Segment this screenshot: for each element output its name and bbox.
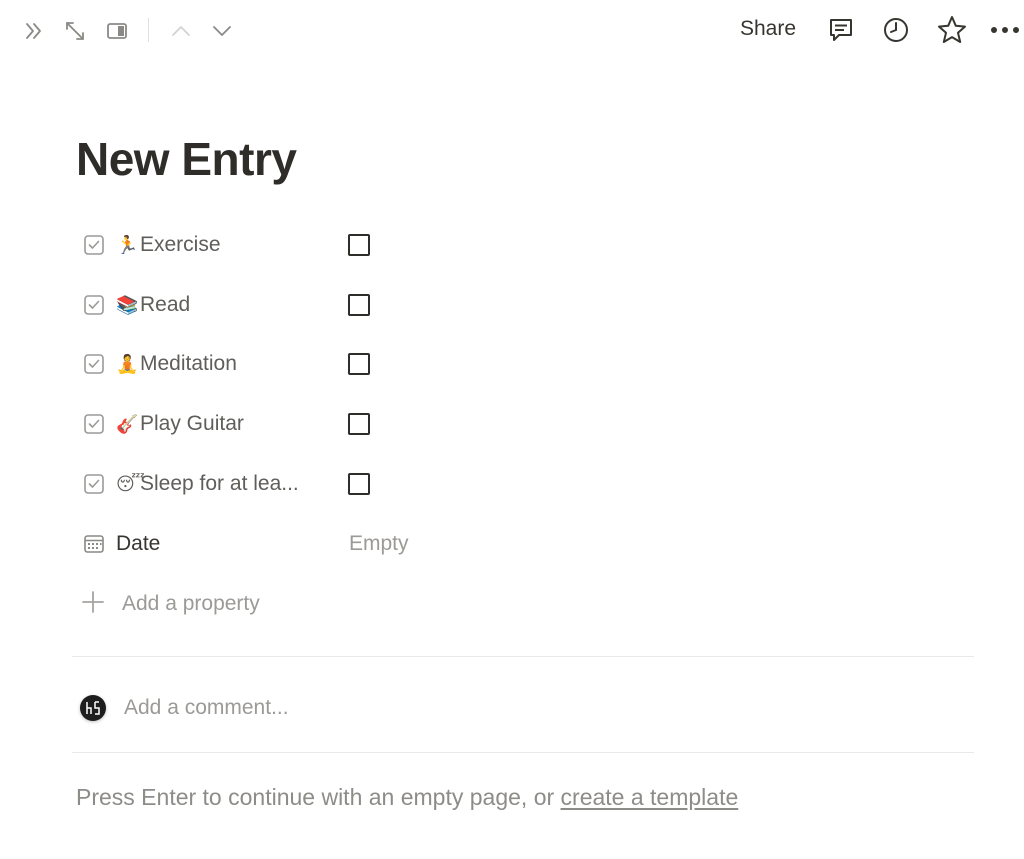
double-chevron-right-icon[interactable] — [20, 17, 48, 45]
divider — [72, 752, 974, 753]
star-icon[interactable] — [935, 13, 969, 47]
property-row-meditation: 🧘 Meditation — [76, 342, 976, 386]
plus-icon — [80, 589, 106, 620]
property-emoji: 🧘 — [116, 353, 139, 374]
sleep-checkbox[interactable] — [348, 473, 370, 495]
add-property-label: Add a property — [122, 592, 260, 615]
divider — [72, 656, 974, 657]
expand-icon[interactable] — [61, 17, 89, 45]
checkbox-type-icon — [82, 352, 106, 376]
property-value — [348, 342, 370, 386]
add-property-button[interactable]: Add a property — [80, 584, 260, 624]
top-bar: Share — [0, 0, 1024, 60]
exercise-checkbox[interactable] — [348, 234, 370, 256]
property-label: Play Guitar — [140, 412, 244, 435]
property-emoji: 🏃 — [116, 234, 139, 255]
property-name[interactable]: 🎸 Play Guitar — [76, 402, 326, 446]
property-name[interactable]: Date — [76, 522, 326, 566]
page-title[interactable]: New Entry — [76, 128, 297, 190]
property-name[interactable]: 📚 Read — [76, 283, 326, 327]
play-guitar-checkbox[interactable] — [348, 413, 370, 435]
property-label: Exercise — [140, 233, 221, 256]
property-value — [348, 223, 370, 267]
property-emoji: 🎸 — [116, 413, 139, 434]
comment-input[interactable] — [124, 696, 724, 720]
property-name[interactable]: 😴 Sleep for at lea... — [76, 462, 326, 506]
property-row-sleep: 😴 Sleep for at lea... — [76, 462, 976, 506]
checkbox-type-icon — [82, 412, 106, 436]
property-label: Sleep for at lea... — [140, 472, 299, 495]
hint-text: Press Enter to continue with an empty pa… — [76, 784, 561, 810]
property-value — [348, 283, 370, 327]
more-icon[interactable] — [988, 14, 1022, 46]
property-emoji: 😴 — [116, 473, 145, 494]
property-value — [348, 402, 370, 446]
checkbox-type-icon — [82, 293, 106, 317]
chevron-down-icon[interactable] — [208, 17, 236, 45]
calendar-icon — [82, 532, 106, 556]
property-name[interactable]: 🏃 Exercise — [76, 223, 326, 267]
property-label: Meditation — [140, 352, 237, 375]
property-value — [348, 462, 370, 506]
avatar — [80, 695, 106, 721]
property-row-play-guitar: 🎸 Play Guitar — [76, 402, 976, 446]
clock-icon[interactable] — [880, 14, 912, 46]
comment-row — [80, 686, 724, 730]
share-button[interactable]: Share — [732, 13, 804, 45]
property-label: Date — [116, 532, 161, 555]
date-value-empty[interactable]: Empty — [348, 532, 409, 556]
side-peek-icon[interactable] — [103, 17, 131, 45]
read-checkbox[interactable] — [348, 294, 370, 316]
meditation-checkbox[interactable] — [348, 353, 370, 375]
empty-page-hint: Press Enter to continue with an empty pa… — [76, 784, 738, 811]
property-row-read: 📚 Read — [76, 283, 976, 327]
property-row-exercise: 🏃 Exercise — [76, 223, 976, 267]
property-label: Read — [140, 293, 191, 316]
property-row-date: Date Empty — [76, 522, 976, 566]
property-emoji: 📚 — [116, 294, 139, 315]
property-name[interactable]: 🧘 Meditation — [76, 342, 326, 386]
checkbox-type-icon — [82, 233, 106, 257]
comment-icon[interactable] — [825, 14, 857, 46]
checkbox-type-icon — [82, 472, 106, 496]
chevron-up-icon[interactable] — [167, 17, 195, 45]
toolbar-divider — [148, 18, 149, 42]
property-value: Empty — [348, 522, 409, 566]
create-template-link[interactable]: create a template — [561, 784, 739, 810]
